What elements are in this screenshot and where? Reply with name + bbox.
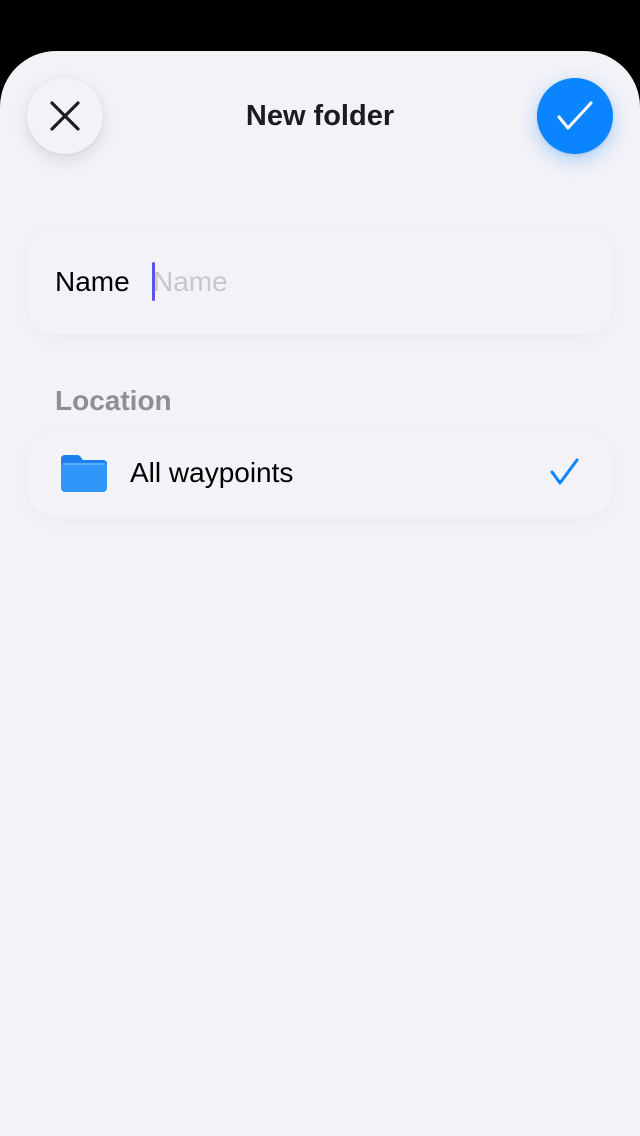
page-title: New folder (245, 100, 395, 132)
location-section-header: Location (55, 385, 172, 416)
name-input[interactable] (153, 260, 573, 304)
location-item-all-waypoints[interactable]: All waypoints (28, 432, 612, 516)
name-field-card: Name (28, 230, 612, 334)
new-folder-sheet: New folder Name Location All waypoints (0, 51, 640, 1136)
confirm-button[interactable] (537, 78, 613, 154)
checkmark-icon (556, 100, 594, 132)
location-item-label: All waypoints (130, 457, 294, 488)
close-icon (49, 100, 81, 132)
close-button[interactable] (27, 78, 103, 154)
name-field-label: Name (55, 266, 130, 297)
